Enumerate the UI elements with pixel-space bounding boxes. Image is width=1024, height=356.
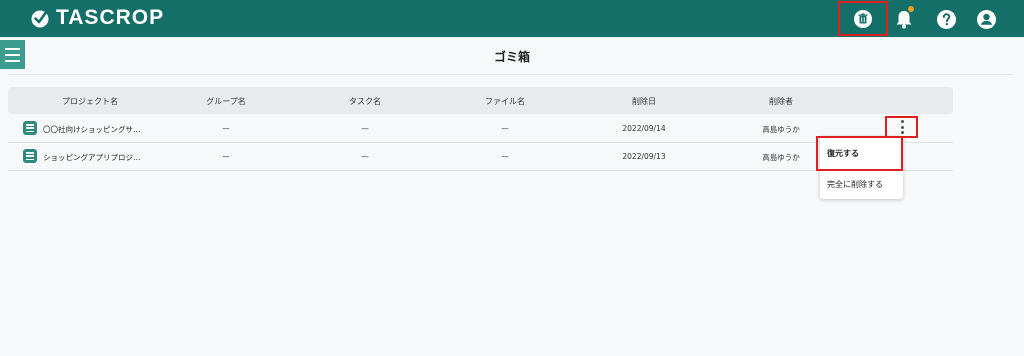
delete-permanently-menu-item[interactable]: 完全に削除する — [827, 179, 883, 190]
task-name: — — [361, 124, 369, 133]
restore-highlight — [816, 136, 903, 171]
project-list-icon — [23, 149, 37, 163]
trash-icon[interactable] — [852, 8, 874, 30]
notification-dot — [908, 6, 914, 12]
column-header-group: グループ名 — [206, 97, 246, 106]
table-header: プロジェクト名 グループ名 タスク名 ファイル名 削除日 削除者 — [8, 87, 953, 114]
column-header-file: ファイル名 — [485, 97, 525, 106]
column-header-deleted-by: 削除者 — [769, 97, 793, 106]
more-options-icon[interactable] — [898, 120, 906, 134]
file-name: — — [501, 152, 509, 161]
table-row[interactable]: 〇〇社向けショッピングサ… — — — 2022/09/14 高島ゆうか — [8, 115, 953, 143]
user-icon[interactable] — [975, 8, 997, 30]
title-divider — [8, 74, 1013, 75]
group-name: — — [222, 152, 230, 161]
deleted-by: 高島ゆうか — [762, 125, 800, 134]
logo-text: TASCROP — [56, 6, 165, 29]
table-row[interactable]: ショッピングアプリプロジ… — — — 2022/09/13 高島ゆうか — [8, 143, 953, 171]
page-title: ゴミ箱 — [493, 50, 530, 64]
project-name[interactable]: ショッピングアプリプロジ… — [43, 152, 141, 163]
app-logo[interactable]: TASCROP — [30, 7, 164, 29]
file-name: — — [501, 124, 509, 133]
group-name: — — [222, 124, 230, 133]
column-header-task: タスク名 — [349, 97, 381, 106]
check-logo-icon — [30, 8, 50, 28]
deleted-date: 2022/09/14 — [622, 124, 666, 133]
column-header-deleted-date: 削除日 — [632, 97, 656, 106]
deleted-date: 2022/09/13 — [622, 152, 666, 161]
task-name: — — [361, 152, 369, 161]
project-name[interactable]: 〇〇社向けショッピングサ… — [43, 124, 141, 135]
column-header-project: プロジェクト名 — [62, 97, 118, 106]
project-list-icon — [23, 121, 37, 135]
help-icon[interactable] — [935, 8, 957, 30]
